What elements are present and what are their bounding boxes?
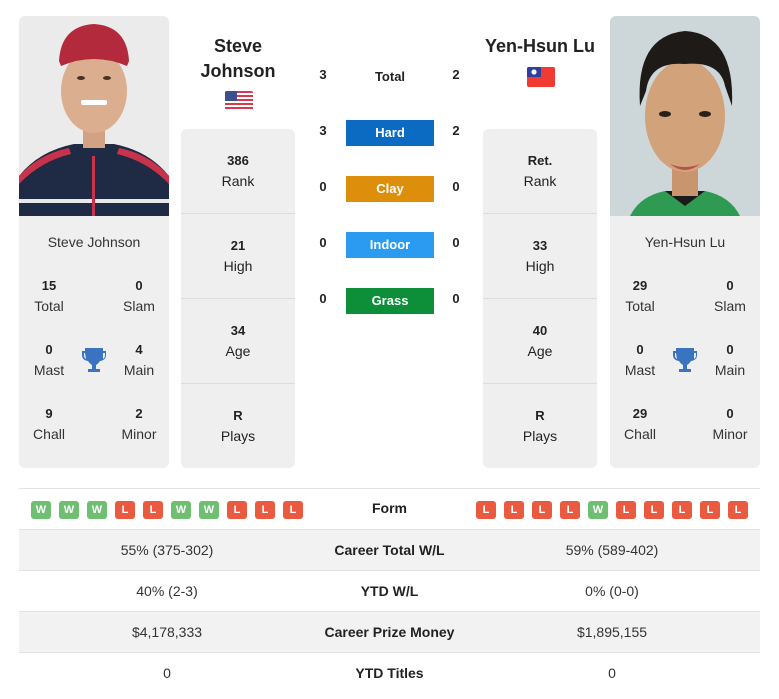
player2-titles-mast: 0 Mast: [624, 342, 656, 378]
table-row-career-wl: 55% (375-302) Career Total W/L 59% (589-…: [19, 529, 760, 570]
form-result-badge[interactable]: L: [644, 501, 664, 519]
form-result-badge[interactable]: L: [728, 501, 748, 519]
h2h-indoor-p2: 0: [452, 235, 460, 250]
player2-heading[interactable]: Yen-Hsun Lu: [483, 34, 597, 59]
trophy-icon: [81, 346, 107, 374]
player2-titles-card: Yen-Hsun Lu 29 Total 0 Slam 0 Mast 0 Mai…: [610, 216, 760, 468]
form-result-badge[interactable]: L: [616, 501, 636, 519]
h2h-grass-p1: 0: [319, 291, 327, 306]
player1-heading[interactable]: Steve Johnson: [181, 34, 295, 84]
h2h-total-p1: 3: [319, 67, 327, 82]
form-result-badge[interactable]: L: [560, 501, 580, 519]
table-row-prize-money: $4,178,333 Career Prize Money $1,895,155: [19, 611, 760, 652]
surface-grass-button[interactable]: Grass: [346, 288, 434, 314]
player1-photo[interactable]: [19, 16, 169, 216]
player1-high: 21 High: [181, 214, 295, 299]
player2-titles-slam: 0 Slam: [714, 278, 746, 314]
h2h-grass-p2: 0: [452, 291, 460, 306]
form-result-badge[interactable]: L: [504, 501, 524, 519]
taiwan-flag-icon: [527, 67, 555, 87]
player1-name-link[interactable]: Steve Johnson: [19, 234, 169, 250]
surface-hard-button[interactable]: Hard: [346, 120, 434, 146]
player2-titles-chall: 29 Chall: [624, 406, 656, 442]
player2-plays: R Plays: [522, 408, 558, 444]
player1-titles-main: 4 Main: [123, 342, 155, 378]
player1-rank: 386 Rank: [181, 129, 295, 214]
form-result-badge[interactable]: L: [672, 501, 692, 519]
player1-stats-card: 386 Rank 21 High 34 Age R Plays: [181, 129, 295, 468]
player1-titles-minor: 2 Minor: [121, 406, 157, 442]
player1-titles-mast: 0 Mast: [33, 342, 65, 378]
h2h-hard-p1: 3: [319, 123, 327, 138]
player1-titles-card: Steve Johnson 15 Total 0 Slam 0 Mast 4 M…: [19, 216, 169, 468]
h2h-clay-p2: 0: [452, 179, 460, 194]
player2-name-link[interactable]: Yen-Hsun Lu: [610, 234, 760, 250]
player1-plays: R Plays: [220, 408, 256, 444]
player1-titles-total: 15 Total: [34, 278, 64, 314]
player2-age: 40 Age: [483, 299, 597, 384]
player1-titles-slam: 0 Slam: [123, 278, 155, 314]
usa-flag-icon: [225, 91, 253, 111]
trophy-icon: [672, 346, 698, 374]
surface-indoor-button[interactable]: Indoor: [346, 232, 434, 258]
form-result-badge[interactable]: L: [476, 501, 496, 519]
player1-age: 34 Age: [181, 299, 295, 384]
h2h-total-label: Total: [374, 69, 406, 84]
player2-high: 33 High: [483, 214, 597, 299]
form-row: WWWLLWWLLL Form LLLLWLLLLL: [19, 489, 760, 530]
surface-clay-button[interactable]: Clay: [346, 176, 434, 202]
form-result-badge[interactable]: L: [532, 501, 552, 519]
player2-titles-main: 0 Main: [714, 342, 746, 378]
player2-rank: Ret. Rank: [483, 129, 597, 214]
form-result-badge[interactable]: W: [588, 501, 608, 519]
h2h-hard-p2: 2: [452, 123, 460, 138]
form-result-badge[interactable]: L: [700, 501, 720, 519]
player2-photo[interactable]: [610, 16, 760, 216]
player1-titles-chall: 9 Chall: [33, 406, 65, 442]
player2-titles-total: 29 Total: [625, 278, 655, 314]
h2h-indoor-p1: 0: [319, 235, 327, 250]
h2h-total-p2: 2: [452, 67, 460, 82]
table-row-ytd-wl: 40% (2-3) YTD W/L 0% (0-0): [19, 570, 760, 611]
player2-stats-card: Ret. Rank 33 High 40 Age R Plays: [483, 129, 597, 468]
table-row-ytd-titles: 0 YTD Titles 0: [19, 652, 760, 693]
h2h-clay-p1: 0: [319, 179, 327, 194]
player2-titles-minor: 0 Minor: [712, 406, 748, 442]
